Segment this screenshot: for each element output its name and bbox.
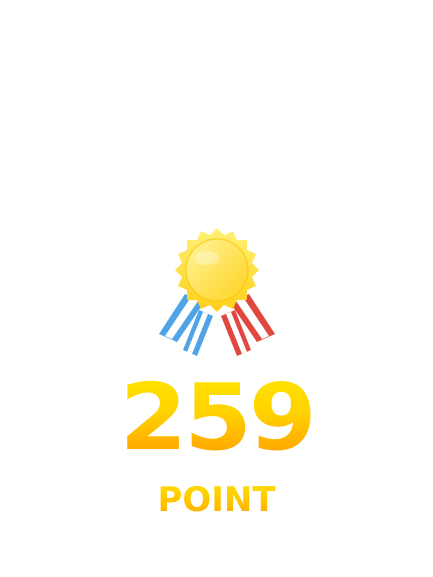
medal-badge [175, 228, 259, 312]
result-screen: 259 POINT [0, 0, 433, 577]
point-label: POINT [0, 478, 433, 522]
score-value: 259 [0, 366, 433, 470]
gold-medal-icon [155, 224, 279, 364]
